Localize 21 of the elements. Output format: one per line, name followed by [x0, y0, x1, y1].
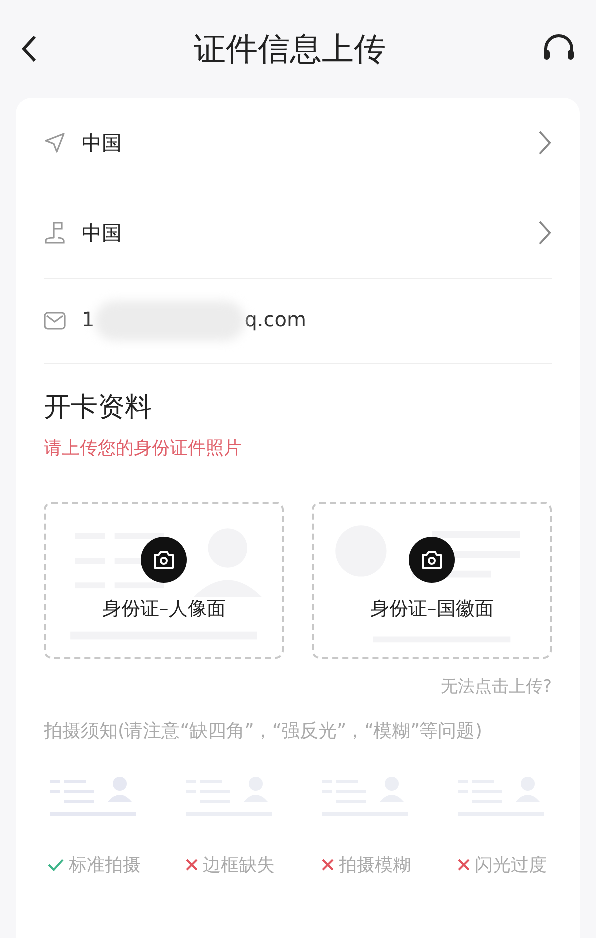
camera-icon — [420, 550, 444, 570]
mail-icon — [44, 312, 66, 330]
chevron-icon[interactable] — [538, 220, 552, 246]
flag-icon — [44, 221, 66, 245]
section-title: 开卡资料 — [44, 391, 153, 425]
email-field[interactable]: 1 q.com — [82, 301, 307, 341]
chevron-icon[interactable] — [538, 130, 552, 156]
country-value: 中国 — [82, 130, 123, 157]
back-icon[interactable] — [20, 35, 38, 63]
id-upload-area[interactable]: 身份证–人像面 — [44, 502, 284, 658]
id-upload-area[interactable]: 身份证–国徽面 — [312, 502, 552, 658]
upload-hint: 请上传您的身份证件照片 — [44, 436, 243, 460]
example-label: 边框缺失 — [203, 854, 275, 878]
country-value: 中国 — [82, 220, 123, 247]
page-title: 证件信息上传 — [194, 29, 386, 70]
example-label: 闪光过度 — [475, 854, 547, 878]
camera-icon — [152, 550, 176, 570]
example-label: 拍摄模糊 — [339, 854, 411, 878]
example-label: 标准拍摄 — [69, 854, 141, 878]
notice-text: 拍摄须知(请注意“缺四角”，“强反光”，“模糊”等问题) — [44, 720, 483, 744]
navigation-icon — [44, 132, 66, 154]
